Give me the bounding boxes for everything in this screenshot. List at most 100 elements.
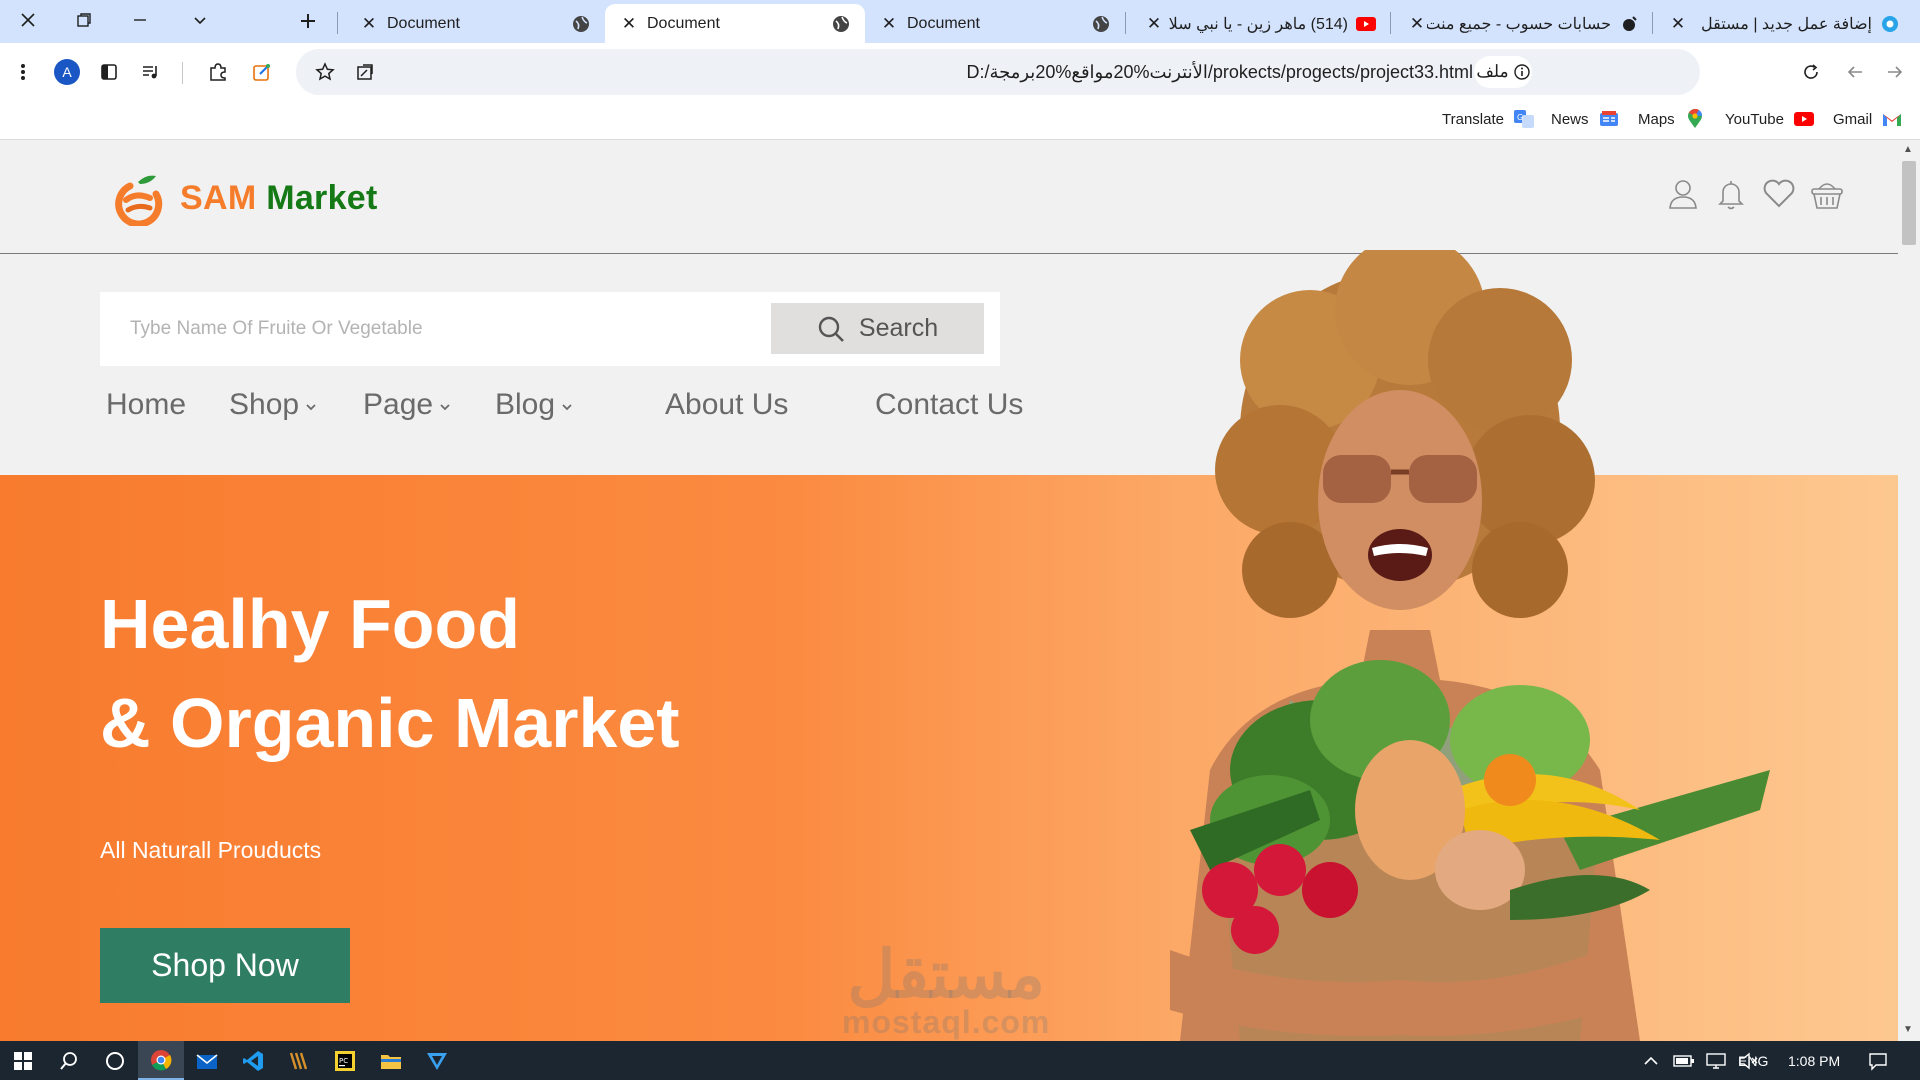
nav-page[interactable]: Page [363,388,451,422]
media-controls-button[interactable] [134,55,168,89]
taskbar-chrome[interactable] [138,1041,184,1080]
chevron-up-icon [1644,1056,1658,1065]
forward-button[interactable] [1878,55,1912,89]
nav-shop[interactable]: Shop [229,388,317,422]
bookmark-label: News [1551,110,1589,128]
taskbar-search-button[interactable] [46,1041,92,1080]
bookmark-news[interactable]: News [1551,109,1619,129]
nav-about-us[interactable]: About Us [665,388,788,422]
nav-blog[interactable]: Blog [495,388,573,422]
youtube-icon [1793,109,1814,129]
browser-tab[interactable]: ✕ Document [345,4,605,43]
open-in-window-icon [357,64,373,80]
browser-tab[interactable]: ✕ (514) ماهر زين - يا نبي سلا [1130,4,1390,43]
tab-close-icon[interactable]: ✕ [1407,14,1427,34]
bookmark-youtube[interactable]: YouTube [1725,109,1814,129]
watermark-arabic: مستقل [847,937,1045,1011]
user-icon[interactable] [1665,176,1701,212]
site-info-label: ملف [1476,62,1509,81]
bookmark-translate[interactable]: Translate G [1442,109,1534,129]
google-news-icon [1599,109,1619,129]
window-close-button[interactable] [0,0,56,40]
tray-overflow[interactable] [1643,1041,1659,1080]
tray-language[interactable]: ENG [1738,1041,1768,1080]
action-center-button[interactable] [1868,1041,1888,1080]
taskbar-vscode[interactable] [230,1041,276,1080]
watermark: مستقل mostaql.com [842,937,1050,1041]
browser-menu-button[interactable] [6,55,40,89]
search-input[interactable] [130,310,730,348]
folder-icon [381,1054,401,1069]
tab-close-icon[interactable]: ✕ [359,14,379,34]
bookmark-star-button[interactable] [308,55,342,89]
taskbar-sublime[interactable] [276,1041,322,1080]
restore-icon [77,13,91,27]
nav-label: About Us [665,388,789,421]
tray-battery[interactable] [1673,1041,1695,1080]
bell-icon[interactable] [1713,176,1749,212]
search-icon [60,1051,77,1070]
tray-clock[interactable]: 1:08 PM [1788,1041,1840,1080]
scroll-down-icon[interactable]: ▼ [1903,1024,1913,1035]
shop-now-button[interactable]: Shop Now [100,928,350,1003]
arrow-left-icon [1847,66,1862,78]
cortana-button[interactable] [92,1041,138,1080]
side-panel-button[interactable] [92,55,126,89]
site-info-chip[interactable]: ملف [1474,56,1532,88]
globe-icon [1091,14,1111,34]
page-viewport: SAM Market Search [0,140,1898,1041]
bookmark-maps[interactable]: Maps [1638,109,1705,129]
plus-icon [301,14,315,28]
tab-search-button[interactable] [172,0,228,40]
taskbar-file-explorer[interactable] [368,1041,414,1080]
taskbar-mail[interactable] [184,1041,230,1080]
svg-text:PC: PC [339,1057,348,1065]
taskbar-app[interactable] [414,1041,460,1080]
hero-title: Healhy Food & Organic Market [100,575,680,773]
extensions-button[interactable] [201,55,235,89]
address-bar[interactable]: D:/الأنترنت%20مواقع%20برمجة/prokects/pro… [296,49,1700,95]
tab-title: إضافة عمل جديد | مستقل [1700,15,1872,33]
install-app-button[interactable] [348,55,382,89]
bookmark-label: Maps [1638,110,1675,128]
scroll-up-icon[interactable]: ▲ [1903,144,1913,155]
url-text[interactable]: D:/الأنترنت%20مواقع%20برمجة/prokects/pro… [966,62,1473,83]
back-button[interactable] [1838,55,1872,89]
basket-icon[interactable] [1809,176,1845,212]
browser-tab[interactable]: ✕ Document [865,4,1125,43]
more-vertical-icon [21,64,25,80]
page-scrollbar[interactable]: ▲ ▼ [1898,140,1920,1041]
search-button[interactable]: Search [771,303,984,354]
hero-title-line-1: Healhy Food [100,585,521,663]
reload-button[interactable] [1794,55,1828,89]
star-icon [315,62,335,81]
google-maps-icon [1685,109,1705,129]
extension-button[interactable] [245,55,279,89]
tab-close-icon[interactable]: ✕ [879,14,899,34]
site-logo[interactable]: SAM Market [110,170,378,226]
browser-tab[interactable]: ✕ إضافة عمل جديد | مستقل [1654,4,1914,43]
tray-network[interactable] [1705,1041,1727,1080]
profile-button[interactable]: A [50,55,84,89]
hero-woman-with-vegetables-image [1170,250,1770,1041]
tab-close-icon[interactable]: ✕ [1668,14,1688,34]
tab-title: حسابات حسوب - جميع منت [1427,15,1611,33]
browser-toolbar: A D:/الأنترنت%20مواقع%20برمجة/prokects/p… [0,43,1920,101]
taskbar-pycharm[interactable]: PC [322,1041,368,1080]
bookmark-label: Gmail [1833,110,1873,128]
start-button[interactable] [0,1041,46,1080]
browser-tab[interactable]: ✕ حسابات حسوب - جميع منت [1393,4,1653,43]
mostaql-icon [1880,14,1900,34]
bookmark-gmail[interactable]: Gmail [1833,109,1902,129]
tab-close-icon[interactable]: ✕ [619,14,639,34]
new-tab-button[interactable] [290,5,326,37]
window-restore-button[interactable] [56,0,112,40]
tab-close-icon[interactable]: ✕ [1144,14,1164,34]
nav-home[interactable]: Home [106,388,186,422]
browser-tab-active[interactable]: ✕ Document [605,4,865,43]
close-icon [21,13,35,27]
nav-contact-us[interactable]: Contact Us [875,388,1023,422]
scrollbar-thumb[interactable] [1902,161,1916,245]
heart-icon[interactable] [1761,176,1797,212]
window-minimize-button[interactable] [112,0,168,40]
